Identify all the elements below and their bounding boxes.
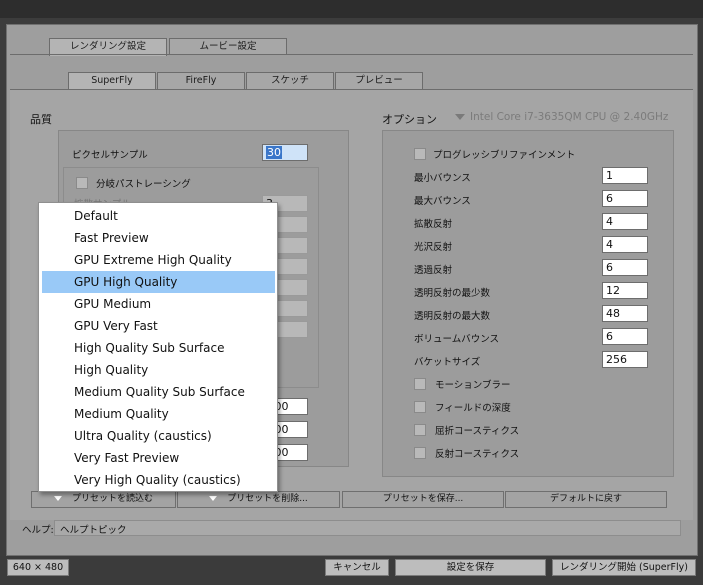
diffuse-field[interactable]: 4 bbox=[602, 213, 648, 230]
motion-blur-checkbox[interactable] bbox=[414, 378, 426, 390]
save-preset-button[interactable]: プリセットを保存... bbox=[342, 491, 504, 508]
preset-item[interactable]: Default bbox=[42, 205, 275, 227]
reflection-caustics-checkbox[interactable] bbox=[414, 447, 426, 459]
delete-preset-button[interactable]: プリセットを削除... bbox=[177, 491, 340, 508]
transparent-max-field[interactable]: 48 bbox=[602, 305, 648, 322]
glossy-field[interactable]: 4 bbox=[602, 236, 648, 253]
resolution-button[interactable]: 640 × 480 bbox=[7, 559, 69, 576]
option-label: バケットサイズ bbox=[414, 357, 481, 368]
option-label: 透明反射の最大数 bbox=[414, 311, 491, 322]
delete-preset-label: プリセットを削除... bbox=[227, 494, 308, 504]
option-label: 最小バウンス bbox=[414, 173, 471, 184]
start-render-button[interactable]: レンダリング開始 (SuperFly) bbox=[552, 559, 696, 576]
tab-superfly[interactable]: SuperFly bbox=[68, 72, 156, 90]
preset-item-selected[interactable]: GPU High Quality bbox=[42, 271, 275, 293]
tab-movie-settings[interactable]: ムービー設定 bbox=[169, 38, 287, 55]
progressive-refinement-checkbox[interactable] bbox=[414, 148, 426, 160]
preset-item[interactable]: GPU Very Fast bbox=[42, 315, 275, 337]
tab-firefly[interactable]: FireFly bbox=[157, 72, 245, 89]
branch-pathtracing-checkbox[interactable] bbox=[76, 177, 88, 189]
transmission-field[interactable]: 6 bbox=[602, 259, 648, 276]
checkbox-label: 屈折コースティクス bbox=[435, 426, 520, 437]
option-label: 最大バウンス bbox=[414, 196, 471, 207]
preset-item[interactable]: GPU Medium bbox=[42, 293, 275, 315]
option-label: 透過反射 bbox=[414, 265, 453, 276]
dropdown-arrow-icon bbox=[209, 496, 218, 501]
device-dropdown-arrow-icon[interactable] bbox=[455, 114, 465, 120]
preset-item[interactable]: Very Fast Preview bbox=[42, 447, 275, 469]
quality-title: 品質 bbox=[30, 113, 52, 126]
depth-of-field-checkbox[interactable] bbox=[414, 401, 426, 413]
preset-item[interactable]: Medium Quality Sub Surface bbox=[42, 381, 275, 403]
progressive-refinement-label: プログレッシブリファインメント bbox=[433, 150, 576, 161]
volume-bounce-field[interactable]: 6 bbox=[602, 328, 648, 345]
min-bounce-field[interactable]: 1 bbox=[602, 167, 648, 184]
save-settings-button[interactable]: 設定を保存 bbox=[395, 559, 546, 576]
load-preset-label: プリセットを読込む bbox=[71, 494, 153, 504]
tab-sketch[interactable]: スケッチ bbox=[246, 72, 334, 89]
pixel-sample-field[interactable]: 30 bbox=[262, 144, 308, 161]
option-label: 光沢反射 bbox=[414, 242, 453, 253]
preset-item[interactable]: High Quality bbox=[42, 359, 275, 381]
preset-item[interactable]: Ultra Quality (caustics) bbox=[42, 425, 275, 447]
option-label: 透明反射の最少数 bbox=[414, 288, 491, 299]
bucket-size-field[interactable]: 256 bbox=[602, 351, 648, 368]
preset-item[interactable]: Fast Preview bbox=[42, 227, 275, 249]
tab-preview[interactable]: プレビュー bbox=[335, 72, 423, 89]
preset-item[interactable]: Medium Quality bbox=[42, 403, 275, 425]
help-box bbox=[54, 520, 681, 536]
cancel-button[interactable]: キャンセル bbox=[325, 559, 389, 576]
refraction-caustics-checkbox[interactable] bbox=[414, 424, 426, 436]
load-preset-button[interactable]: プリセットを読込む bbox=[31, 491, 176, 508]
device-selector[interactable]: Intel Core i7-3635QM CPU @ 2.40GHz bbox=[470, 111, 668, 123]
preset-item[interactable]: Very High Quality (caustics) bbox=[42, 469, 275, 491]
preset-item[interactable]: GPU Extreme High Quality bbox=[42, 249, 275, 271]
restore-default-button[interactable]: デフォルトに戻す bbox=[505, 491, 667, 508]
max-bounce-field[interactable]: 6 bbox=[602, 190, 648, 207]
checkbox-label: フィールドの深度 bbox=[435, 403, 511, 414]
help-topic-text: ヘルプトピック bbox=[60, 525, 127, 536]
options-title: オプション bbox=[382, 113, 437, 126]
preset-item[interactable]: High Quality Sub Surface bbox=[42, 337, 275, 359]
checkbox-label: モーションブラー bbox=[435, 380, 511, 391]
tab-divider bbox=[10, 54, 693, 55]
preset-dropdown-menu: Default Fast Preview GPU Extreme High Qu… bbox=[38, 202, 278, 492]
pixel-sample-label: ピクセルサンプル bbox=[72, 150, 148, 161]
checkbox-label: 反射コースティクス bbox=[435, 449, 520, 460]
branch-pathtracing-label: 分岐パストレーシング bbox=[96, 179, 191, 190]
transparent-min-field[interactable]: 12 bbox=[602, 282, 648, 299]
pixel-sample-value: 30 bbox=[266, 146, 282, 159]
option-label: ボリュームバウンス bbox=[414, 334, 500, 345]
option-label: 拡散反射 bbox=[414, 219, 453, 230]
dropdown-arrow-icon bbox=[53, 496, 62, 501]
help-label: ヘルプ: bbox=[22, 525, 54, 536]
